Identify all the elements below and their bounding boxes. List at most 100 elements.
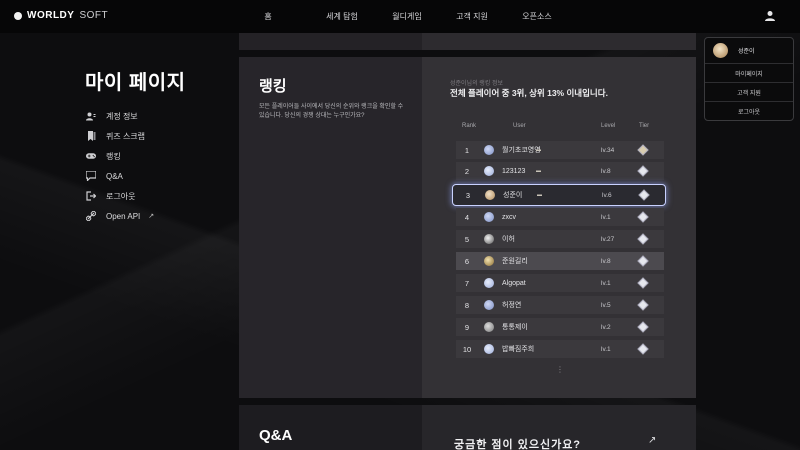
row-level: lv.2 bbox=[601, 323, 611, 331]
more-icon[interactable]: ⋮ bbox=[556, 365, 564, 374]
sidebar-item-label: 랭킹 bbox=[106, 151, 121, 161]
users-icon bbox=[86, 111, 96, 121]
nav-item-explore[interactable]: 세계 탐험 bbox=[314, 11, 370, 22]
avatar bbox=[484, 166, 494, 176]
row-rank: 4 bbox=[464, 212, 470, 222]
sidebar-item-account[interactable]: 계정 정보 bbox=[86, 106, 154, 126]
sidebar-item-qa[interactable]: Q&A bbox=[86, 166, 154, 186]
page-title: 마이 페이지 bbox=[85, 72, 186, 94]
row-level: lv.34 bbox=[601, 146, 615, 154]
table-row[interactable]: 1 월기초코영영 ▬ lv.34 bbox=[456, 141, 664, 159]
qa-question: 궁금한 점이 있으신가요? bbox=[454, 439, 582, 450]
row-level: lv.1 bbox=[601, 213, 611, 221]
row-rank: 2 bbox=[464, 166, 470, 176]
avatar bbox=[484, 145, 494, 155]
avatar bbox=[484, 300, 494, 310]
ranking-description: 모든 플레이어들 사이에서 당신의 순위와 랭크을 확인할 수 있습니다. 당신… bbox=[259, 104, 404, 119]
previous-section-strip bbox=[239, 33, 696, 50]
bookmark-icon bbox=[86, 131, 96, 141]
row-badge: ▬ bbox=[536, 168, 541, 174]
avatar bbox=[484, 344, 494, 354]
external-link-icon: ↗ bbox=[148, 213, 155, 220]
sidebar-item-label: Q&A bbox=[106, 171, 123, 181]
table-row[interactable]: 2 123123 ▬ lv.8 bbox=[456, 162, 664, 180]
avatar bbox=[484, 322, 494, 332]
table-row[interactable]: 5 이허 lv.27 bbox=[456, 230, 664, 248]
ranking-caption: 성준이님의 랭킹 정보 bbox=[450, 81, 504, 87]
row-badge: ▬ bbox=[537, 192, 542, 198]
qa-section: Q&A 궁금한 점이 있으신가요? ↗ bbox=[239, 405, 696, 450]
ranking-title: 랭킹 bbox=[259, 78, 287, 95]
tier-diamond-icon bbox=[637, 255, 649, 267]
arrow-up-right-icon[interactable]: ↗ bbox=[648, 435, 656, 446]
nav-menu: 홈 세계 탐험 월디게임 고객 지원 오픈소스 bbox=[262, 11, 565, 22]
column-level: Level bbox=[601, 123, 616, 129]
table-row[interactable]: 7 Algopat lv.1 bbox=[456, 274, 664, 292]
tier-diamond-icon bbox=[637, 343, 649, 355]
column-user: User bbox=[513, 123, 526, 129]
table-row[interactable]: 8 허정연 lv.5 bbox=[456, 296, 664, 314]
row-user-name: 123123 bbox=[502, 167, 526, 175]
row-level: lv.27 bbox=[601, 235, 615, 243]
sidebar-item-open-api[interactable]: Open API ↗ bbox=[86, 206, 154, 226]
sidebar-item-quiz-scrap[interactable]: 퀴즈 스크랩 bbox=[86, 126, 154, 146]
ranking-section: 랭킹 모든 플레이어들 사이에서 당신의 순위와 랭크을 확인할 수 있습니다.… bbox=[239, 57, 696, 398]
user-icon[interactable] bbox=[764, 10, 776, 22]
row-user-name: 준원길리 bbox=[502, 258, 528, 265]
sidebar-item-ranking[interactable]: 랭킹 bbox=[86, 146, 154, 166]
tier-diamond-icon bbox=[638, 189, 650, 201]
row-user-name: 통통제이 bbox=[502, 324, 528, 331]
row-level: lv.6 bbox=[602, 191, 612, 199]
column-rank: Rank bbox=[462, 123, 477, 129]
table-row[interactable]: 10 밥빠짐주희 lv.1 bbox=[456, 340, 664, 358]
account-item-logout[interactable]: 로그아웃 bbox=[705, 102, 793, 121]
row-rank: 5 bbox=[464, 234, 470, 244]
qa-title: Q&A bbox=[259, 427, 293, 444]
chat-icon bbox=[86, 171, 96, 181]
tier-diamond-icon bbox=[637, 144, 649, 156]
nav-item-home[interactable]: 홈 bbox=[262, 11, 274, 22]
avatar bbox=[484, 234, 494, 244]
row-level: lv.1 bbox=[601, 345, 611, 353]
tier-diamond-icon bbox=[637, 321, 649, 333]
row-rank: 6 bbox=[464, 256, 470, 266]
row-level: lv.8 bbox=[601, 257, 611, 265]
table-row[interactable]: 6 준원길리 lv.8 bbox=[456, 252, 664, 270]
brand-name-bold: WORLDY bbox=[27, 10, 75, 21]
account-name: 성준이 bbox=[738, 49, 755, 55]
row-user-name: 밥빠짐주희 bbox=[502, 346, 535, 353]
table-row[interactable]: 9 통통제이 lv.2 bbox=[456, 318, 664, 336]
row-rank: 7 bbox=[464, 278, 470, 288]
row-badge: ▬ bbox=[536, 147, 541, 153]
qa-card[interactable]: 궁금한 점이 있으신가요? ↗ bbox=[422, 405, 696, 450]
account-item-support[interactable]: 고객 지원 bbox=[705, 83, 793, 102]
row-level: lv.5 bbox=[601, 301, 611, 309]
row-user-name: 이허 bbox=[502, 236, 515, 243]
column-tier: Tier bbox=[639, 123, 650, 129]
row-user-name: zxcv bbox=[502, 213, 516, 221]
avatar bbox=[484, 278, 494, 288]
brand-name-light: SOFT bbox=[79, 10, 109, 21]
avatar bbox=[485, 190, 495, 200]
row-user-name: 허정연 bbox=[502, 302, 522, 309]
gamepad-icon bbox=[86, 151, 96, 161]
ranking-summary: 전체 플레이어 중 3위, 상위 13% 이내입니다. bbox=[450, 88, 608, 98]
logout-icon bbox=[86, 191, 96, 201]
tier-diamond-icon bbox=[637, 165, 649, 177]
nav-item-game[interactable]: 월디게임 bbox=[379, 11, 435, 22]
account-header: 성준이 bbox=[705, 38, 793, 64]
table-row-current-user[interactable]: 3 성준이 ▬ lv.6 bbox=[452, 184, 666, 206]
sidebar-menu: 계정 정보 퀴즈 스크랩 랭킹 Q&A 로그아웃 Open API ↗ bbox=[86, 106, 154, 226]
sidebar-item-logout[interactable]: 로그아웃 bbox=[86, 186, 154, 206]
row-rank: 8 bbox=[464, 300, 470, 310]
account-dropdown: 성준이 마이페이지 고객 지원 로그아웃 bbox=[704, 37, 794, 121]
nav-item-opensource[interactable]: 오픈소스 bbox=[509, 11, 565, 22]
table-row[interactable]: 4 zxcv lv.1 bbox=[456, 208, 664, 226]
top-navigation: WORLDY SOFT 홈 세계 탐험 월디게임 고객 지원 오픈소스 bbox=[0, 0, 800, 33]
nav-item-support[interactable]: 고객 지원 bbox=[444, 11, 500, 22]
account-item-mypage[interactable]: 마이페이지 bbox=[705, 64, 793, 83]
tier-diamond-icon bbox=[637, 277, 649, 289]
brand-logo[interactable]: WORLDY SOFT bbox=[14, 10, 108, 21]
row-rank: 10 bbox=[462, 344, 472, 354]
row-rank: 3 bbox=[465, 190, 471, 200]
